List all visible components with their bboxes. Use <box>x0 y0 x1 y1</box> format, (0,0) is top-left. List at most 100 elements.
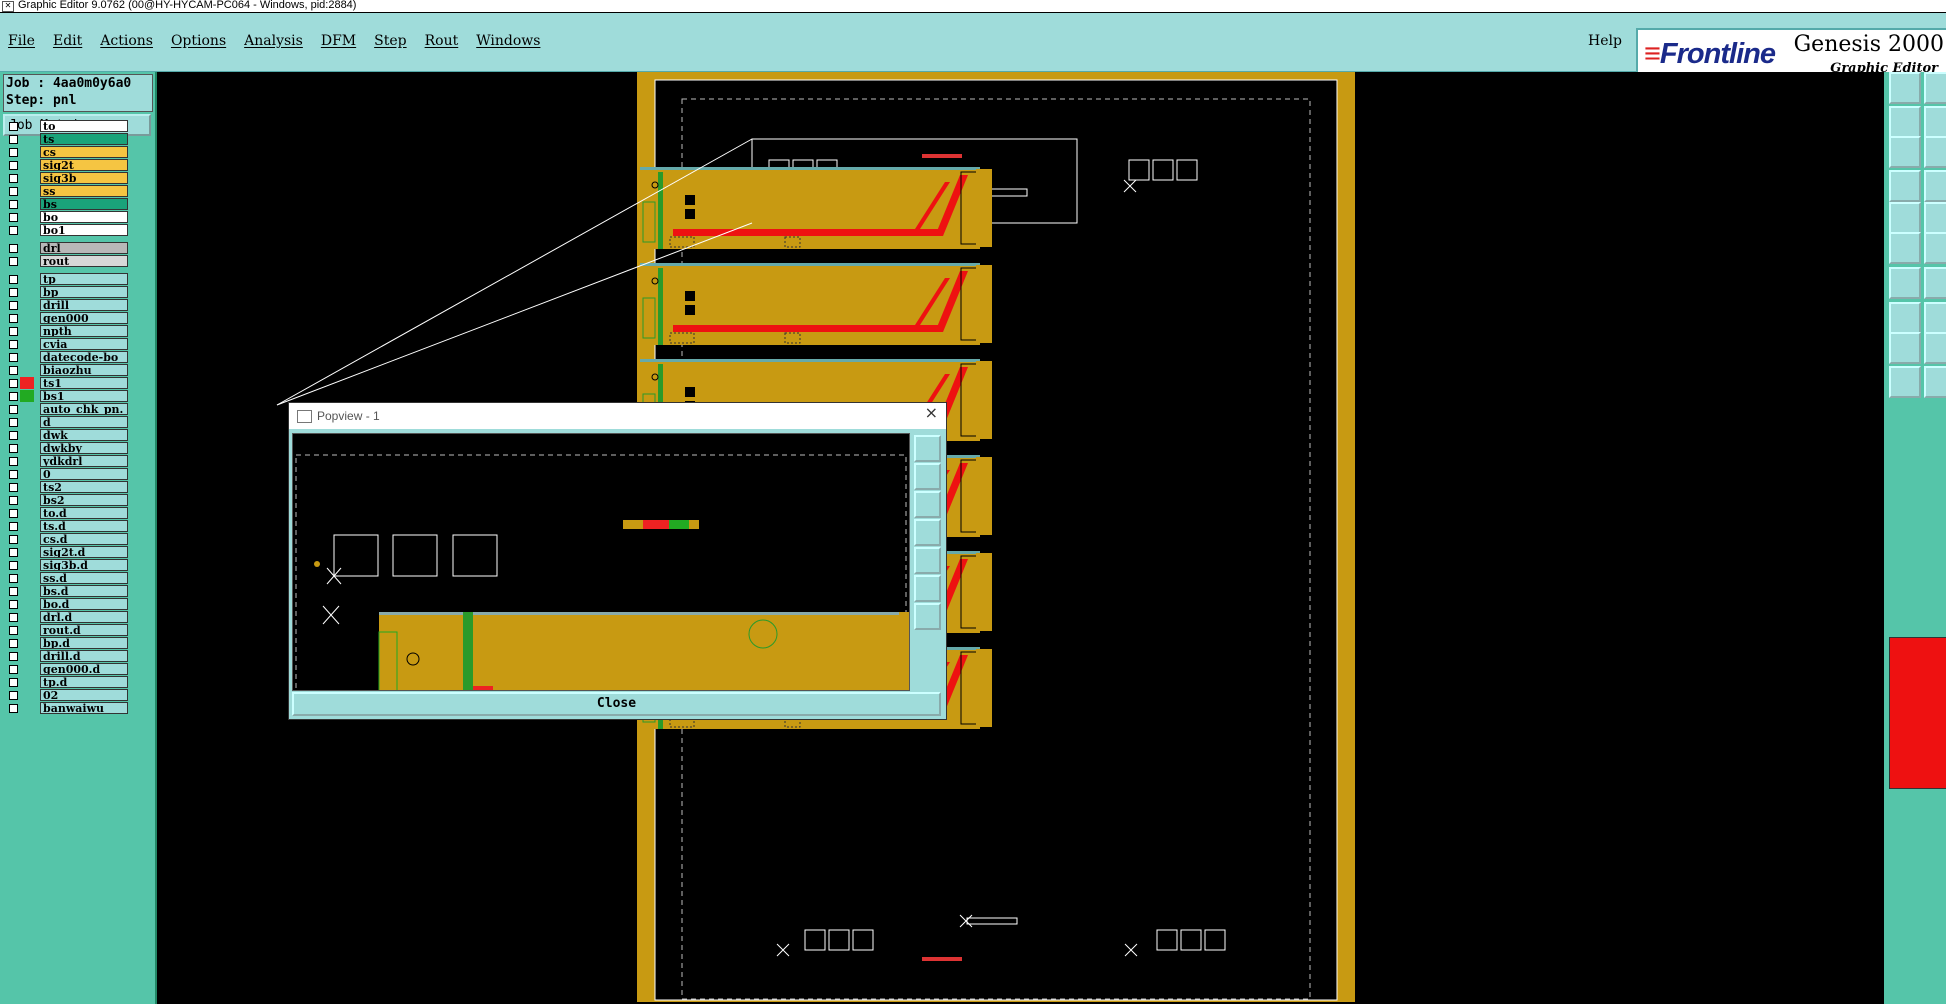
layer-name[interactable]: banwaiwu <box>40 702 128 714</box>
layer-name[interactable]: ts2 <box>40 481 128 493</box>
menu-edit[interactable]: Edit <box>53 33 82 49</box>
layer-name[interactable]: to <box>40 120 128 132</box>
layer-checkbox[interactable] <box>9 174 18 183</box>
layer-name[interactable]: drill.d <box>40 650 128 662</box>
layer-name[interactable]: bp <box>40 286 128 298</box>
layer-name[interactable]: sig2t <box>40 159 128 171</box>
tool-button[interactable] <box>1924 136 1946 168</box>
menu-analysis[interactable]: Analysis <box>244 33 303 49</box>
layer-name[interactable]: drill <box>40 299 128 311</box>
layer-name[interactable]: 0 <box>40 468 128 480</box>
layer-checkbox[interactable] <box>9 470 18 479</box>
layer-name[interactable]: sig2t.d <box>40 546 128 558</box>
layer-checkbox[interactable] <box>9 226 18 235</box>
menu-file[interactable]: File <box>8 33 35 49</box>
tool-button[interactable] <box>1889 72 1921 104</box>
popview-titlebar[interactable]: Popview - 1 × <box>289 403 946 429</box>
layer-name[interactable]: dwk <box>40 429 128 441</box>
layer-name[interactable]: bp.d <box>40 637 128 649</box>
layer-name[interactable]: rout.d <box>40 624 128 636</box>
layer-name[interactable]: cs <box>40 146 128 158</box>
layer-checkbox[interactable] <box>9 457 18 466</box>
tool-button[interactable] <box>1924 72 1946 104</box>
layer-checkbox[interactable] <box>9 275 18 284</box>
layer-name[interactable]: dwkby <box>40 442 128 454</box>
layer-checkbox[interactable] <box>9 548 18 557</box>
layer-name[interactable]: tp.d <box>40 676 128 688</box>
layer-checkbox[interactable] <box>9 444 18 453</box>
tool-button[interactable] <box>1924 332 1946 364</box>
layer-checkbox[interactable] <box>9 522 18 531</box>
layer-checkbox[interactable] <box>9 678 18 687</box>
tool-button[interactable] <box>1924 202 1946 234</box>
menu-step[interactable]: Step <box>374 33 406 49</box>
layer-checkbox[interactable] <box>9 535 18 544</box>
layer-name[interactable]: ss.d <box>40 572 128 584</box>
layer-checkbox[interactable] <box>9 691 18 700</box>
tool-button[interactable] <box>1924 267 1946 299</box>
tool-button[interactable] <box>1889 106 1921 138</box>
layer-name[interactable]: bo <box>40 211 128 223</box>
layer-checkbox[interactable] <box>9 626 18 635</box>
layer-checkbox[interactable] <box>9 187 18 196</box>
tool-button[interactable] <box>1889 267 1921 299</box>
layer-checkbox[interactable] <box>9 327 18 336</box>
layer-checkbox[interactable] <box>9 148 18 157</box>
layer-checkbox[interactable] <box>9 613 18 622</box>
layer-name[interactable]: ydkdrl <box>40 455 128 467</box>
overview-thumbnail[interactable] <box>1889 637 1946 789</box>
layer-checkbox[interactable] <box>9 405 18 414</box>
layer-name[interactable]: 02 <box>40 689 128 701</box>
tool-button[interactable] <box>1889 202 1921 234</box>
layer-name[interactable]: bs.d <box>40 585 128 597</box>
layer-checkbox[interactable] <box>9 600 18 609</box>
menu-dfm[interactable]: DFM <box>321 33 356 49</box>
layer-name[interactable]: gen000 <box>40 312 128 324</box>
layer-checkbox[interactable] <box>9 392 18 401</box>
popview-close-button[interactable]: Close <box>292 692 941 716</box>
layer-checkbox[interactable] <box>9 587 18 596</box>
tool-button[interactable] <box>1889 332 1921 364</box>
layer-checkbox[interactable] <box>9 122 18 131</box>
layer-name[interactable]: bo1 <box>40 224 128 236</box>
menu-windows[interactable]: Windows <box>476 33 540 49</box>
tool-button[interactable] <box>1889 302 1921 334</box>
layer-name[interactable]: ts <box>40 133 128 145</box>
layer-checkbox[interactable] <box>9 652 18 661</box>
layer-checkbox[interactable] <box>9 379 18 388</box>
layer-checkbox[interactable] <box>9 665 18 674</box>
layer-name[interactable]: drl <box>40 242 128 254</box>
layer-name[interactable]: bs <box>40 198 128 210</box>
layer-name[interactable]: gen000.d <box>40 663 128 675</box>
layer-name[interactable]: datecode-bo <box>40 351 128 363</box>
layer-checkbox[interactable] <box>9 161 18 170</box>
tool-button[interactable] <box>1924 170 1946 202</box>
layer-name[interactable]: bs1 <box>40 390 128 402</box>
popview-tool-button[interactable] <box>914 491 941 518</box>
layer-name[interactable]: ss <box>40 185 128 197</box>
tool-button[interactable] <box>1924 106 1946 138</box>
layer-name[interactable]: cvia <box>40 338 128 350</box>
tool-button[interactable] <box>1889 232 1921 264</box>
layer-checkbox[interactable] <box>9 704 18 713</box>
layer-checkbox[interactable] <box>9 213 18 222</box>
layer-checkbox[interactable] <box>9 353 18 362</box>
layer-checkbox[interactable] <box>9 574 18 583</box>
tool-button[interactable] <box>1924 366 1946 398</box>
tool-button[interactable] <box>1889 366 1921 398</box>
popview-tool-button[interactable] <box>914 519 941 546</box>
tool-button[interactable] <box>1924 232 1946 264</box>
layer-name[interactable]: drl.d <box>40 611 128 623</box>
popview-tool-button[interactable] <box>914 435 941 462</box>
menu-actions[interactable]: Actions <box>100 33 153 49</box>
popview-tool-button[interactable] <box>914 575 941 602</box>
layer-name[interactable]: bo.d <box>40 598 128 610</box>
popview-tool-button[interactable] <box>914 463 941 490</box>
tool-button[interactable] <box>1889 136 1921 168</box>
layer-name[interactable]: ts.d <box>40 520 128 532</box>
popview-tool-button[interactable] <box>914 547 941 574</box>
layer-checkbox[interactable] <box>9 257 18 266</box>
layer-checkbox[interactable] <box>9 314 18 323</box>
layer-checkbox[interactable] <box>9 301 18 310</box>
layer-checkbox[interactable] <box>9 366 18 375</box>
